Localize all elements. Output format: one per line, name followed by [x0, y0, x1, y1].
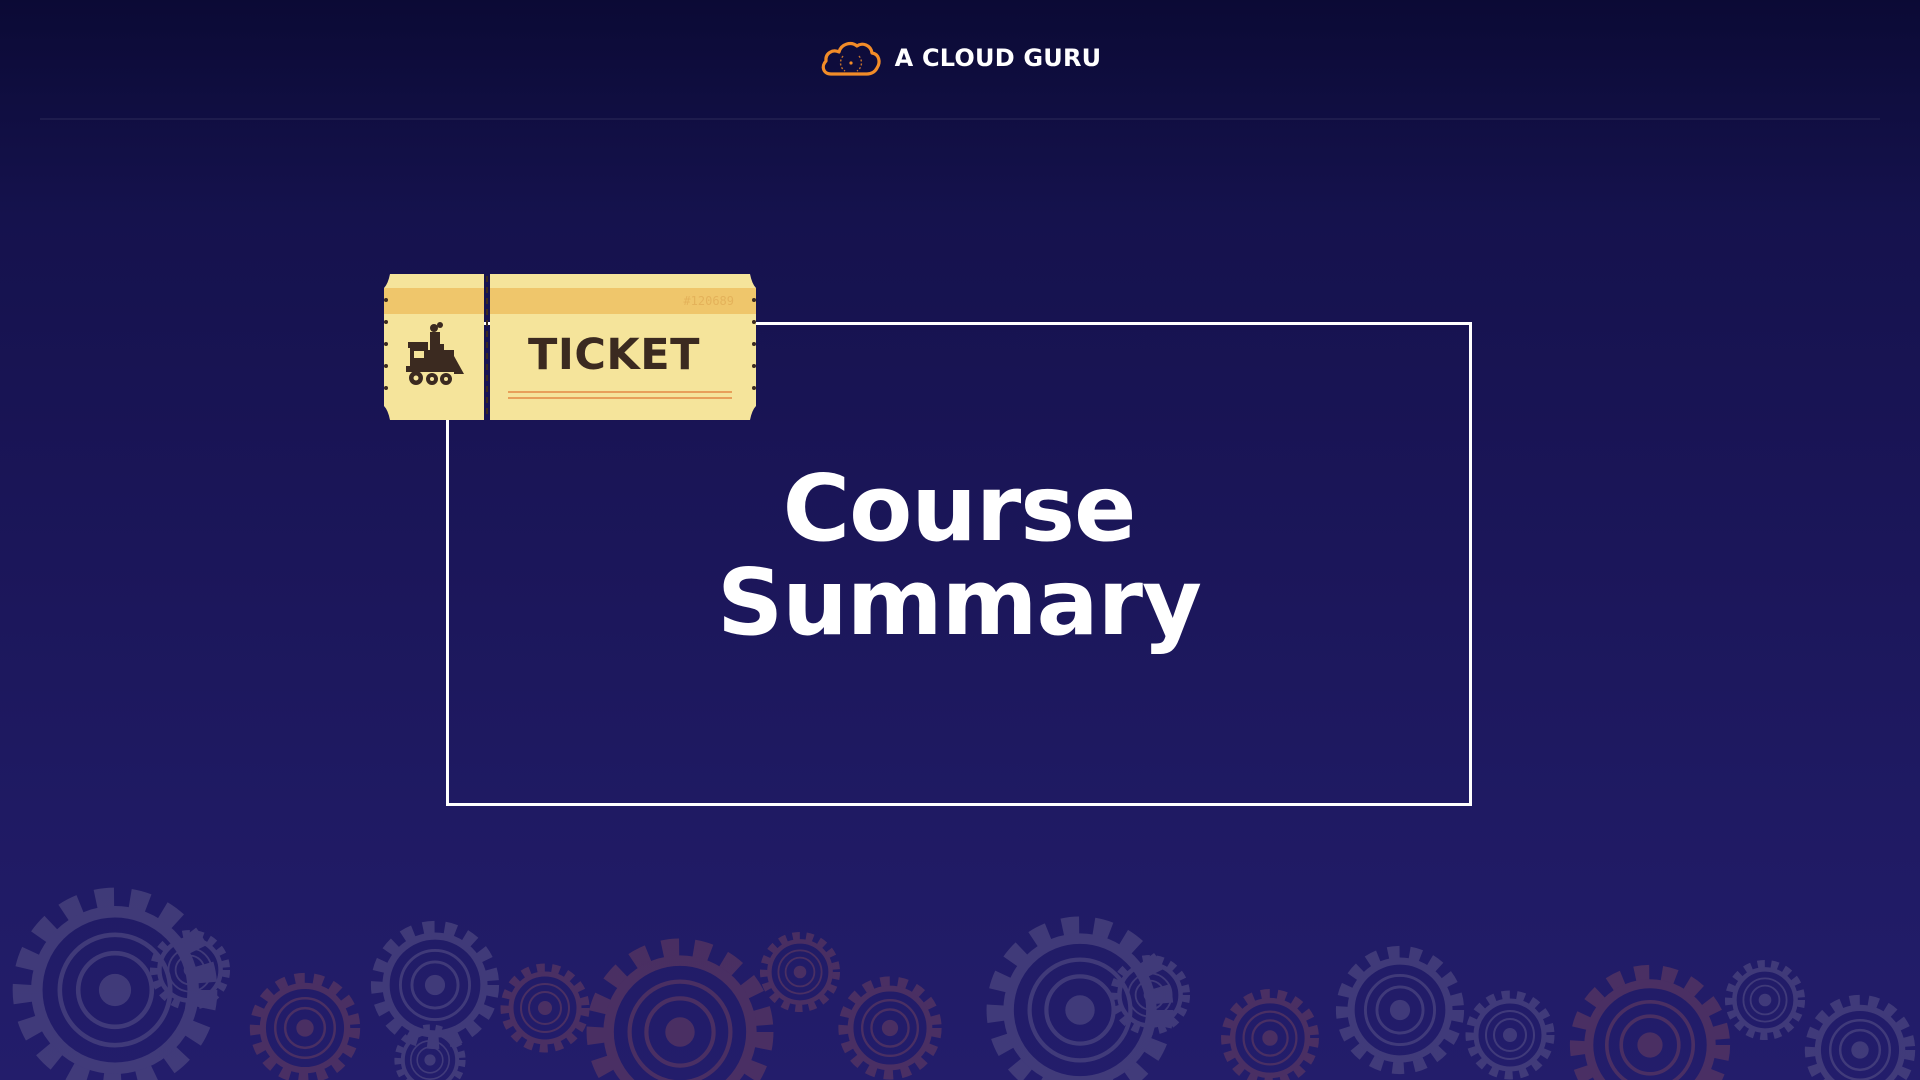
page-title: Course Summary [446, 462, 1472, 650]
ticket-label: TICKET [528, 330, 700, 380]
gears-icon [0, 860, 1920, 1080]
title-line-2: Summary [717, 549, 1202, 656]
brand-header: A CLOUD GURU [0, 36, 1920, 80]
header-divider [40, 118, 1880, 120]
train-icon [406, 322, 464, 385]
title-line-1: Course [782, 455, 1137, 562]
ticket-number: #120689 [683, 294, 734, 308]
brand-name: A CLOUD GURU [894, 44, 1102, 72]
ticket: #120689 TICKET [384, 274, 756, 420]
cloud-logo-icon [821, 41, 881, 76]
